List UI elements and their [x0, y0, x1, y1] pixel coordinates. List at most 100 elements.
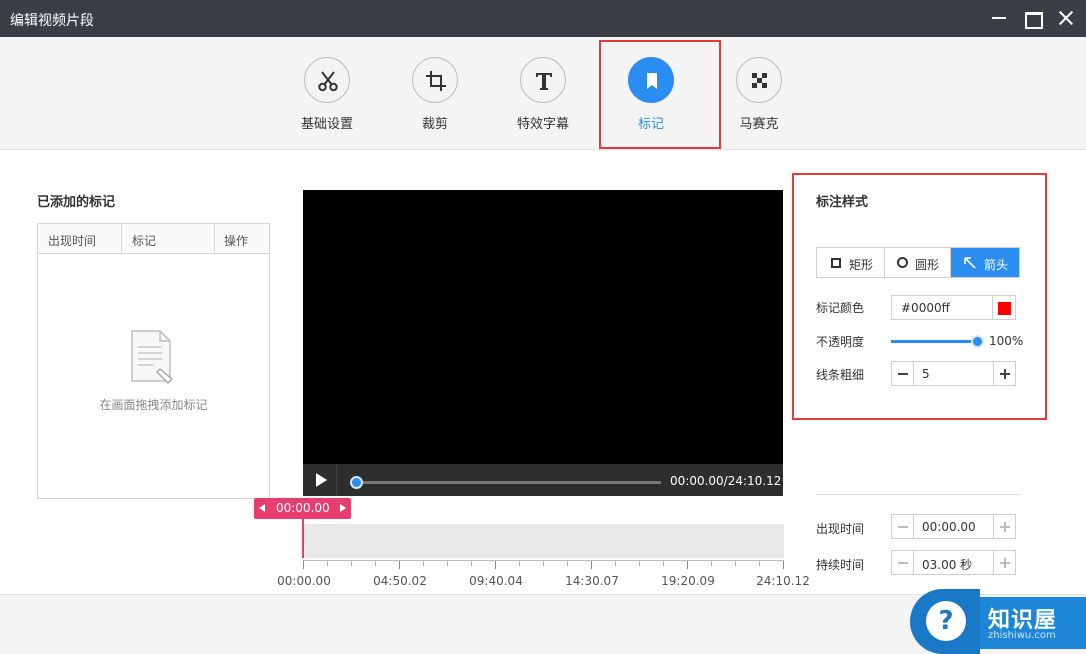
timeline-label: 14:30.07 — [565, 574, 619, 588]
opacity-value: 100% — [989, 334, 1024, 348]
tool-mosaic[interactable]: 马赛克 — [714, 57, 804, 137]
mosaic-icon — [736, 57, 782, 103]
tool-label: 裁剪 — [421, 117, 448, 132]
minus-icon[interactable] — [892, 515, 914, 538]
color-label: 标记颜色 — [816, 301, 865, 315]
line-width-label: 线条粗细 — [816, 368, 865, 382]
style-panel-title: 标注样式 — [816, 195, 869, 210]
duration-label: 持续时间 — [816, 558, 865, 572]
minus-icon[interactable] — [892, 362, 914, 385]
column-header: 操作 — [224, 234, 249, 248]
tool-label: 基础设置 — [300, 117, 353, 132]
timeline-label: 04:50.02 — [373, 574, 427, 588]
arrow-icon — [964, 257, 976, 269]
marks-table-header: 出现时间 标记 操作 — [38, 224, 269, 254]
ruler-tick — [543, 561, 544, 566]
column-header: 标记 — [132, 234, 157, 248]
column-divider — [121, 224, 122, 254]
opacity-slider[interactable] — [891, 340, 977, 343]
shape-rectangle-button[interactable]: 矩形 — [817, 248, 885, 277]
tool-label: 马赛克 — [739, 117, 779, 132]
circle-icon — [897, 257, 908, 268]
ruler-tick — [711, 561, 712, 566]
toolbar: 基础设置 裁剪 特效字幕 标记 马赛克 — [0, 37, 1086, 150]
plus-icon[interactable] — [993, 362, 1015, 385]
line-width-value[interactable]: 5 — [922, 367, 930, 381]
duration-stepper: 03.00 秒 — [891, 550, 1016, 575]
ruler-tick — [495, 561, 496, 569]
ruler-tick — [759, 561, 760, 566]
opacity-label: 不透明度 — [816, 335, 865, 349]
chevron-left-icon[interactable] — [259, 504, 265, 512]
appear-time-stepper: 00:00.00 — [891, 514, 1016, 539]
color-swatch[interactable] — [998, 302, 1011, 315]
ruler-tick — [423, 561, 424, 566]
ruler-tick — [303, 561, 304, 569]
ruler-tick — [663, 561, 664, 566]
shape-selector: 矩形 圆形 箭头 — [816, 247, 1020, 278]
tool-crop[interactable]: 裁剪 — [390, 57, 480, 137]
ruler-tick — [471, 561, 472, 566]
appear-time-value[interactable]: 00:00.00 — [922, 520, 976, 534]
color-field[interactable]: #0000ff — [891, 295, 1016, 320]
marks-table: 出现时间 标记 操作 在画面拖拽添加标记 — [37, 223, 270, 499]
timeline-track[interactable] — [303, 524, 784, 558]
divider — [816, 494, 1021, 495]
color-divider — [992, 296, 993, 319]
title-bar: 编辑视频片段 — [0, 0, 1086, 37]
tool-label: 特效字幕 — [516, 117, 569, 132]
ruler-tick — [567, 561, 568, 566]
video-controls: 00:00.00/24:10.12 — [303, 464, 783, 496]
seek-handle[interactable] — [350, 476, 363, 489]
video-preview[interactable] — [303, 190, 783, 464]
chevron-right-icon[interactable] — [340, 504, 346, 512]
ruler-tick — [639, 561, 640, 566]
shape-arrow-button[interactable]: 箭头 — [951, 248, 1019, 277]
ruler-tick — [615, 561, 616, 566]
plus-icon[interactable] — [993, 515, 1015, 538]
ruler-tick — [351, 561, 352, 566]
appear-time-label: 出现时间 — [816, 522, 865, 536]
duration-value[interactable]: 03.00 秒 — [922, 556, 972, 573]
timeline-ruler — [303, 560, 784, 569]
line-width-stepper: 5 — [891, 361, 1016, 386]
ruler-tick — [327, 561, 328, 566]
shape-circle-button[interactable]: 圆形 — [885, 248, 951, 277]
ruler-tick — [447, 561, 448, 566]
ruler-tick — [375, 561, 376, 566]
document-icon — [130, 329, 178, 388]
question-icon: ? — [926, 601, 966, 641]
seek-bar[interactable] — [353, 481, 661, 484]
watermark-url: zhishiwu.com — [988, 630, 1056, 641]
opacity-slider-handle[interactable] — [971, 335, 984, 348]
tool-effect-subtitles[interactable]: 特效字幕 — [498, 57, 588, 137]
highlight-box-mark-tool — [599, 40, 721, 149]
timeline-label: 09:40.04 — [469, 574, 523, 588]
ruler-tick — [735, 561, 736, 566]
column-header: 出现时间 — [48, 234, 97, 248]
color-value: #0000ff — [901, 301, 950, 315]
square-icon — [831, 258, 841, 268]
timeline-marker[interactable]: 00:00.00 — [254, 498, 351, 519]
ruler-tick — [399, 561, 400, 569]
close-icon[interactable] — [1055, 7, 1077, 29]
ruler-tick — [591, 561, 592, 569]
minimize-icon[interactable] — [988, 7, 1010, 29]
minus-icon[interactable] — [892, 551, 914, 574]
crop-icon — [412, 57, 458, 103]
shape-label: 矩形 — [849, 258, 874, 272]
empty-marks-text: 在画面拖拽添加标记 — [99, 398, 208, 412]
timeline-label: 19:20.09 — [661, 574, 715, 588]
window-title: 编辑视频片段 — [10, 13, 94, 29]
play-icon[interactable] — [303, 464, 337, 496]
maximize-icon[interactable] — [1021, 7, 1043, 29]
tool-basic-settings[interactable]: 基础设置 — [282, 57, 372, 137]
plus-icon[interactable] — [993, 551, 1015, 574]
time-readout: 00:00.00/24:10.12 — [670, 474, 782, 488]
timeline-playhead[interactable] — [302, 519, 304, 558]
ruler-tick — [519, 561, 520, 566]
timeline-marker-time: 00:00.00 — [276, 501, 330, 515]
watermark-logo: ? 知识屋 zhishiwu.com — [910, 589, 1086, 654]
ruler-tick — [687, 561, 688, 569]
ruler-tick — [783, 561, 784, 569]
